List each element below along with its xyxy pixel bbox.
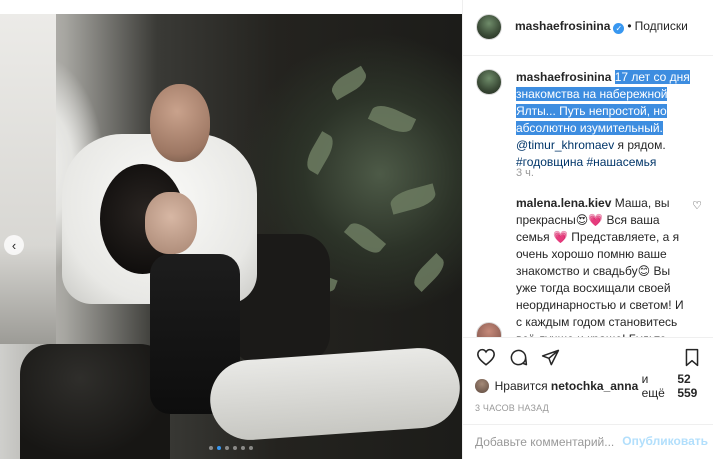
photo-chair [20, 344, 170, 459]
likes-suffix: и ещё [641, 372, 665, 400]
author-line: mashaefrosinina ✓ • Подписки [515, 19, 688, 34]
photo-plant-leaf [409, 253, 449, 292]
photo-plant-leaf [388, 183, 438, 215]
save-button[interactable] [681, 346, 703, 368]
carousel-dots [0, 446, 462, 450]
comment-button[interactable] [507, 346, 529, 368]
likes-summary: Нравится netochka_anna и ещё 52 559 [475, 372, 713, 400]
comment-bubble-icon [510, 349, 527, 365]
carousel-dot [241, 446, 245, 450]
bookmark-icon [685, 348, 699, 366]
photo-plant-leaf [367, 100, 417, 138]
photo-plant-leaf [328, 65, 370, 101]
commenter-avatar[interactable] [476, 322, 502, 337]
comment-username[interactable]: malena.lena.kiev [516, 196, 611, 210]
comment-input[interactable] [475, 435, 635, 449]
liker-avatar[interactable] [475, 379, 489, 393]
carousel-prev-button[interactable]: ‹ [4, 235, 24, 255]
carousel-dot [249, 446, 253, 450]
caption-username[interactable]: mashaefrosinina [516, 70, 611, 84]
following-button[interactable]: Подписки [635, 19, 688, 33]
photo-woman-legs [207, 345, 462, 443]
author-avatar[interactable] [476, 14, 502, 40]
likes-count[interactable]: 52 559 [677, 372, 713, 400]
author-username[interactable]: mashaefrosinina [515, 19, 610, 33]
carousel-dot [225, 446, 229, 450]
carousel-dot [209, 446, 213, 450]
caption-mention-link[interactable]: @timur_khromaev [516, 138, 614, 152]
follow-separator: • [627, 19, 632, 33]
likes-prefix: Нравится [494, 379, 548, 393]
carousel-dot [233, 446, 237, 450]
photo-man-head [150, 84, 210, 162]
publish-button[interactable]: Опубликовать [622, 434, 708, 448]
caption-author-avatar[interactable] [476, 69, 502, 95]
carousel-dot [217, 446, 221, 450]
post-header: mashaefrosinina ✓ • Подписки [463, 0, 713, 56]
comments-list[interactable]: mashaefrosinina 17 лет со дня знакомства… [463, 57, 713, 337]
liker-username[interactable]: netochka_anna [551, 379, 638, 393]
comment-form: Опубликовать [463, 424, 713, 459]
comment-item: malena.lena.kiev Маша, вы прекрасны😍💗 Вс… [516, 195, 686, 337]
post-caption: mashaefrosinina 17 лет со дня знакомства… [516, 69, 701, 171]
photo-wall [0, 14, 56, 344]
verified-badge-icon: ✓ [613, 23, 625, 34]
like-button[interactable] [475, 346, 497, 368]
caption-mention-suffix: я рядом. [614, 138, 666, 152]
chevron-left-icon: ‹ [11, 237, 17, 253]
post-side-panel: mashaefrosinina ✓ • Подписки mashaefrosinin… [462, 0, 713, 459]
caption-time-ago: 3 ч. [516, 167, 534, 179]
caption-hashtags[interactable]: #годовщина #нашасемья [516, 155, 656, 169]
share-button[interactable] [539, 346, 561, 368]
comment-like-heart-icon[interactable]: ♡ [692, 199, 702, 212]
post-actions-bar [463, 337, 713, 371]
photo-plant-leaf [343, 218, 387, 258]
post-timestamp[interactable]: 3 ЧАСОВ НАЗАД [475, 403, 549, 413]
paper-plane-icon [541, 349, 559, 365]
post-photo[interactable]: ‹ [0, 14, 462, 459]
comment-text: Маша, вы прекрасны😍💗 Вся ваша семья 💗 Пр… [516, 196, 684, 337]
photo-woman-face [145, 192, 197, 254]
photo-plant-leaf [302, 131, 338, 175]
heart-outline-icon [477, 348, 495, 366]
